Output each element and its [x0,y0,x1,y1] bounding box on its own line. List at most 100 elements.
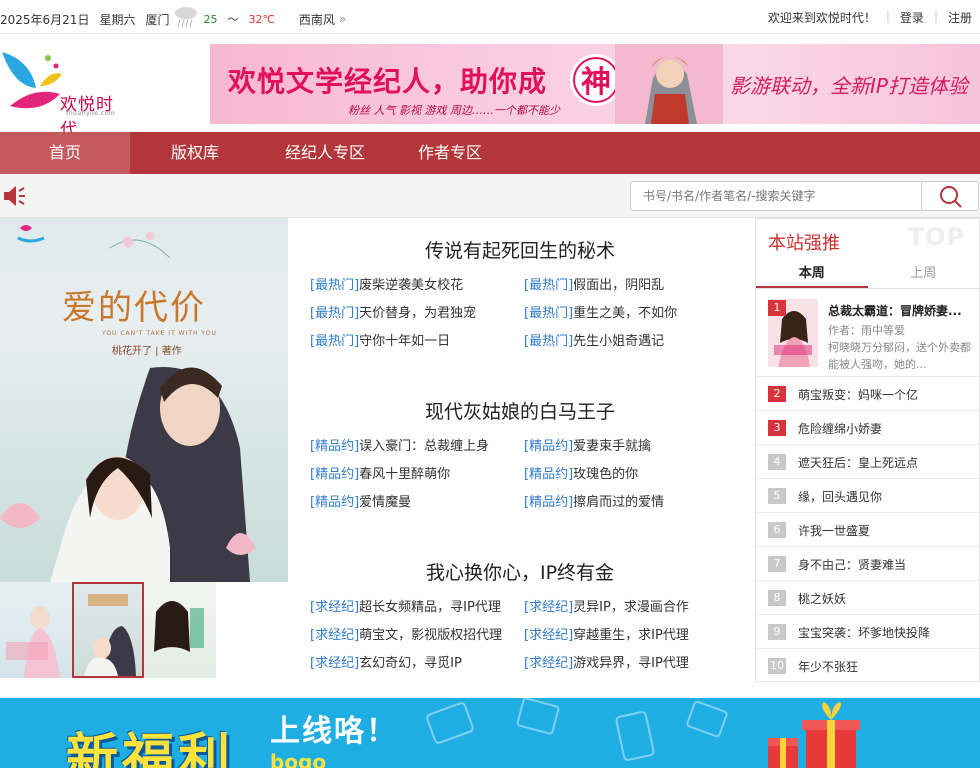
link-text: 爱情魔曼 [359,495,412,510]
cover-english-title: YOU CAN'T TAKE IT WITH YOU [102,330,217,337]
link-text: 废柴逆袭美女校花 [359,278,464,293]
list-item[interactable]: [最热门]废柴逆袭美女校花 [310,274,463,293]
cover-author: 桃花开了 | 著作 [112,346,182,357]
list-item[interactable]: [最热门]假面出，阴阳乱 [524,274,664,293]
link-text: 玫瑰色的你 [573,467,639,482]
promo-banner[interactable]: 欢悦文学经纪人，助你成 神 粉丝 人气 影视 游戏 周边……一个都不能少 影游联… [210,44,980,124]
weekday: 星期六 [99,12,136,27]
cover-title: 爱的代价 [62,288,206,328]
double-chevron-right-icon[interactable]: » [339,12,346,26]
nav-author-zone[interactable]: 作者专区 [390,132,510,174]
cover-thumbnail-image-icon [6,606,60,678]
banner-right-text: 影游联动，全新IP打造体验 [730,74,968,98]
list-item[interactable]: [最热门]先生小姐奇遇记 [524,330,664,349]
link-tag: [最热门] [524,278,574,293]
section-title[interactable]: 我心换你心，IP终有金 [300,558,740,585]
warrior-illustration-icon [615,44,723,124]
list-item[interactable]: [求经纪]萌宝文，影视版权招代理 [310,624,502,643]
ranking-item-featured[interactable]: 1 总裁太霸道：冒牌娇妻... 作者：雨中等爱 柯晓晓万分郁闷，送个外卖都能被人… [756,291,979,377]
rank-number: 8 [768,590,786,606]
date: 2025年6月21日 [0,12,90,27]
list-item[interactable]: [精品约]爱妻束手就擒 [524,435,651,454]
link-tag: [求经纪] [310,600,360,615]
main-nav: 首页 版权库 经纪人专区 作者专区 [0,132,980,174]
cover-illustration-icon [0,225,256,582]
list-item[interactable]: [精品约]擦肩而过的爱情 [524,491,664,510]
list-item[interactable]: [求经纪]灵异IP，求漫画合作 [524,596,689,615]
link-text: 萌宝文，影视版权招代理 [359,628,503,643]
search-button[interactable] [921,181,979,211]
link-text: 假面出，阴阳乱 [573,278,665,293]
ranking-item[interactable]: 9 宝宝突袭：坏爹地快投降 [756,615,979,649]
list-item[interactable]: [精品约]玫瑰色的你 [524,463,638,482]
link-text: 擦肩而过的爱情 [573,495,665,510]
tab-this-week[interactable]: 本周 [756,259,868,288]
ranking-item[interactable]: 2 萌宝叛变：妈咪一个亿 [756,377,979,411]
temperature: 25 ～ 32℃ [203,11,284,27]
list-item[interactable]: [求经纪]穿越重生，求IP代理 [524,624,689,643]
top-bar-info: 2025年6月21日 星期六 厦门 25 ～ 32℃ 西南风 » [0,7,356,29]
book-title[interactable]: 总裁太霸道：冒牌娇妻... [828,302,974,319]
list-item[interactable]: [精品约]春风十里醉萌你 [310,463,450,482]
list-item[interactable]: [精品约]爱情魔曼 [310,491,411,510]
ranking-item[interactable]: 4 遮天狂后：皇上死远点 [756,445,979,479]
top-bar: 2025年6月21日 星期六 厦门 25 ～ 32℃ 西南风 » 欢迎来到欢悦时代！… [0,0,980,34]
section-title[interactable]: 现代灰姑娘的白马王子 [300,397,740,424]
welfare-banner[interactable]: 新福利 上线咯！ bogo [0,698,980,768]
link-tag: [最热门] [310,334,360,349]
link-text: 重生之美，不如你 [573,306,678,321]
list-item[interactable]: [最热门]守你十年如一日 [310,330,450,349]
list-item[interactable]: [最热门]天价替身，为君独宠 [310,302,476,321]
ranking-item[interactable]: 6 许我一世盛夏 [756,513,979,547]
list-item[interactable]: [求经纪]玄幻奇幻，寻觅IP [310,652,462,671]
temp-low: 25 [203,13,218,26]
tab-last-week[interactable]: 上周 [868,259,980,288]
rank-number: 1 [768,300,786,316]
register-link[interactable]: 注册 [940,9,980,26]
link-tag: [求经纪] [524,656,574,671]
link-text: 灵异IP，求漫画合作 [573,600,689,615]
ranking-item[interactable]: 3 危险缠绵小娇妻 [756,411,979,445]
link-tag: [最热门] [524,306,574,321]
link-tag: [精品约] [310,467,360,482]
cover-thumbnail[interactable] [0,582,72,678]
top-bar-account: 欢迎来到欢悦时代！ | 登录 | 注册 [760,9,980,26]
link-text: 先生小姐奇遇记 [573,334,665,349]
ranking-item[interactable]: 8 桃之妖妖 [756,581,979,615]
divider: | [885,9,890,23]
nav-home[interactable]: 首页 [0,132,130,174]
welcome-text: 欢迎来到欢悦时代！ [767,11,876,25]
link-tag: [最热门] [310,306,360,321]
welfare-subtitle: 上线咯！ [270,714,398,749]
ranking-item[interactable]: 10 年少不张狂 [756,649,979,683]
login-link[interactable]: 登录 [892,9,932,26]
ranking-item[interactable]: 5 缘，回头遇见你 [756,479,979,513]
site-logo[interactable]: 欢悦时代 thuanyue.com [0,46,130,140]
featured-book-cover[interactable]: 爱的代价 YOU CAN'T TAKE IT WITH YOU 桃花开了 | 著… [0,218,288,582]
nav-agent-zone[interactable]: 经纪人专区 [260,132,390,174]
book-title: 缘，回头遇见你 [798,490,883,504]
ranking-tabs: 本周 上周 [756,259,979,289]
cover-thumbnail-image-icon [84,594,136,676]
list-item[interactable]: [精品约]误入豪门：总裁缠上身 [310,435,489,454]
cover-thumbnails [0,582,288,678]
divider: | [933,9,938,23]
link-tag: [精品约] [524,467,574,482]
list-item[interactable]: [求经纪]超长女频精品，寻IP代理 [310,596,501,615]
list-item[interactable]: [求经纪]游戏异界，寻IP代理 [524,652,689,671]
temp-high: 32℃ [248,13,275,26]
link-text: 穿越重生，求IP代理 [573,628,689,643]
list-item[interactable]: [最热门]重生之美，不如你 [524,302,677,321]
search-input[interactable] [630,181,922,211]
cover-thumbnail[interactable] [144,582,216,678]
section-title[interactable]: 传说有起死回生的秘术 [300,236,740,263]
cover-thumbnail-selected[interactable] [72,582,144,678]
link-text: 误入豪门：总裁缠上身 [359,439,490,454]
logo-domain: thuanyue.com [66,110,116,117]
link-text: 爱妻束手就擒 [573,439,652,454]
book-author: 作者：雨中等爱 [828,324,905,337]
ranking-panel: 本站强推 TOP 本周 上周 1 总裁太霸道：冒牌娇妻... 作者：雨中等爱 柯… [755,218,980,682]
search-icon [940,186,962,208]
nav-copyright-library[interactable]: 版权库 [130,132,260,174]
ranking-item[interactable]: 7 身不由己：贤妻难当 [756,547,979,581]
